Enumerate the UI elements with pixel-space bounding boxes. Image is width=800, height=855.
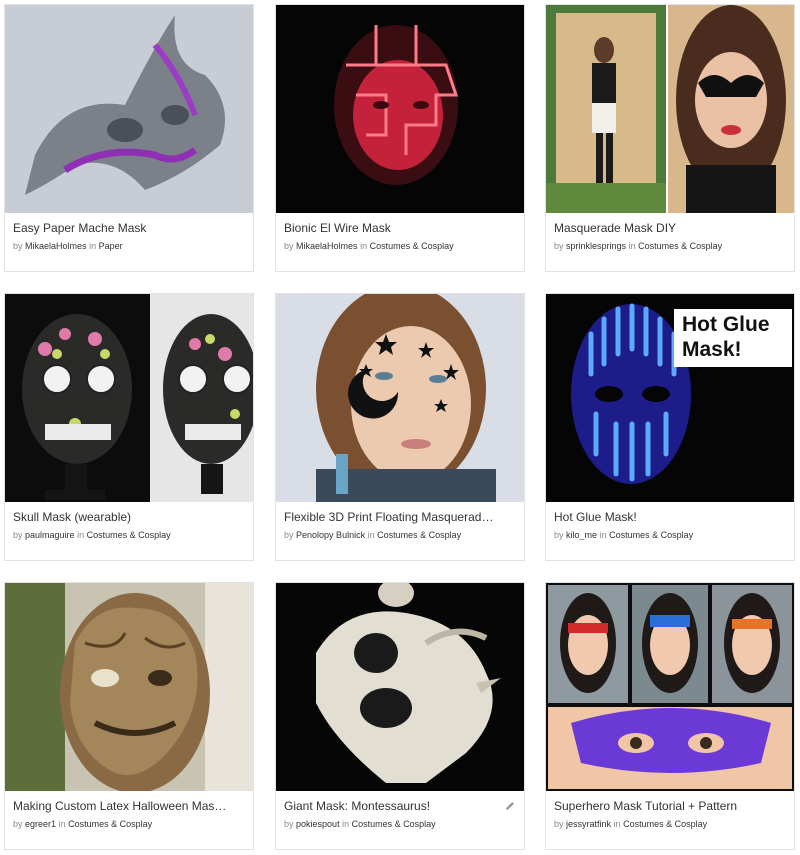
project-title[interactable]: Flexible 3D Print Floating Masquerade Ma… (284, 510, 500, 524)
project-meta: by pokiespout in Costumes & Cosplay (284, 819, 436, 829)
project-thumbnail[interactable] (276, 583, 524, 791)
project-meta: by kilo_me in Costumes & Cosplay (554, 530, 694, 540)
author-link[interactable]: pokiespout (296, 819, 340, 829)
author-link[interactable]: kilo_me (566, 530, 597, 540)
category-link[interactable]: Costumes & Cosplay (68, 819, 152, 829)
author-link[interactable]: paulmaguire (25, 530, 75, 540)
project-meta: by paulmaguire in Costumes & Cosplay (13, 530, 171, 540)
project-meta: by Penolopy Bulnick in Costumes & Cospla… (284, 530, 462, 540)
project-title[interactable]: Bionic El Wire Mask (284, 221, 500, 235)
image-overlay-text: Hot Glue Mask! (682, 313, 770, 361)
author-link[interactable]: egreer1 (25, 819, 56, 829)
project-thumbnail[interactable] (546, 583, 794, 791)
author-link[interactable]: MikaelaHolmes (296, 241, 358, 251)
author-link[interactable]: sprinklesprings (566, 241, 626, 251)
category-link[interactable]: Costumes & Cosplay (609, 530, 693, 540)
project-meta: by sprinklesprings in Costumes & Cosplay (554, 241, 723, 251)
project-thumbnail[interactable] (5, 5, 253, 213)
project-card[interactable]: Superhero Mask Tutorial + Pattern by jes… (545, 582, 795, 850)
project-meta: by MikaelaHolmes in Paper (13, 241, 123, 251)
category-link[interactable]: Costumes & Cosplay (377, 530, 461, 540)
category-link[interactable]: Costumes & Cosplay (638, 241, 722, 251)
project-grid: Easy Paper Mache Mask by MikaelaHolmes i… (0, 0, 800, 855)
project-thumbnail[interactable] (5, 294, 253, 502)
project-card[interactable]: Bionic El Wire Mask by MikaelaHolmes in … (275, 4, 525, 272)
project-card[interactable]: Giant Mask: Montessaurus! by pokiespout … (275, 582, 525, 850)
project-card[interactable]: Hot Glue Mask! Hot Glue Mask! by kilo_me… (545, 293, 795, 561)
pencil-icon[interactable] (504, 799, 516, 811)
author-link[interactable]: MikaelaHolmes (25, 241, 87, 251)
project-title[interactable]: Easy Paper Mache Mask (13, 221, 229, 235)
category-link[interactable]: Costumes & Cosplay (87, 530, 171, 540)
project-card[interactable]: Skull Mask (wearable) by paulmaguire in … (4, 293, 254, 561)
project-meta: by jessyratfink in Costumes & Cosplay (554, 819, 708, 829)
author-link[interactable]: Penolopy Bulnick (296, 530, 365, 540)
project-thumbnail[interactable] (276, 5, 524, 213)
author-link[interactable]: jessyratfink (566, 819, 611, 829)
project-title[interactable]: Masquerade Mask DIY (554, 221, 770, 235)
project-meta: by MikaelaHolmes in Costumes & Cosplay (284, 241, 454, 251)
category-link[interactable]: Paper (99, 241, 123, 251)
project-thumbnail[interactable] (276, 294, 524, 502)
project-title[interactable]: Skull Mask (wearable) (13, 510, 229, 524)
project-title[interactable]: Superhero Mask Tutorial + Pattern (554, 799, 770, 813)
project-title[interactable]: Making Custom Latex Halloween Masks on .… (13, 799, 229, 813)
project-card[interactable]: Flexible 3D Print Floating Masquerade Ma… (275, 293, 525, 561)
category-link[interactable]: Costumes & Cosplay (623, 819, 707, 829)
project-thumbnail[interactable] (546, 5, 794, 213)
category-link[interactable]: Costumes & Cosplay (352, 819, 436, 829)
project-title[interactable]: Hot Glue Mask! (554, 510, 770, 524)
project-card[interactable]: Easy Paper Mache Mask by MikaelaHolmes i… (4, 4, 254, 272)
project-meta: by egreer1 in Costumes & Cosplay (13, 819, 153, 829)
project-thumbnail[interactable] (5, 583, 253, 791)
category-link[interactable]: Costumes & Cosplay (370, 241, 454, 251)
project-card[interactable]: Masquerade Mask DIY by sprinklesprings i… (545, 4, 795, 272)
project-card[interactable]: Making Custom Latex Halloween Masks on .… (4, 582, 254, 850)
project-title[interactable]: Giant Mask: Montessaurus! (284, 799, 500, 813)
